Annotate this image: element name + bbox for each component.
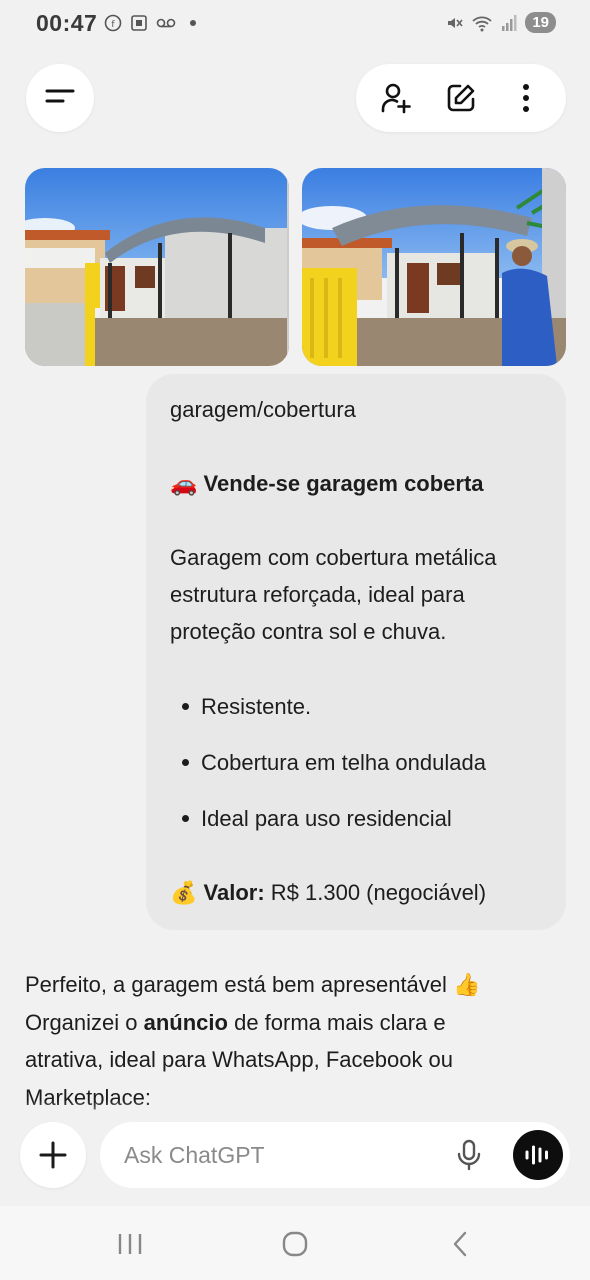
more-vert-icon: [522, 84, 529, 112]
price-label: Valor:: [203, 880, 265, 905]
screenshot-icon: [131, 15, 147, 31]
menu-icon: [45, 89, 75, 103]
new-chat-button[interactable]: [435, 72, 487, 124]
attach-button[interactable]: [20, 1122, 86, 1188]
bullet-icon: [182, 759, 189, 766]
message-headline: 🚗 Vende-se garagem coberta: [170, 465, 484, 502]
list-item: Resistente.: [182, 688, 311, 725]
list-item-text: Cobertura em telha ondulada: [201, 750, 486, 775]
assistant-text: de forma mais clara e: [227, 1009, 446, 1035]
assistant-text: Perfeito, a garagem está bem apresentáve…: [25, 972, 454, 997]
thumbs-up-emoji-icon: 👍: [453, 972, 481, 997]
headline-text: Vende-se garagem coberta: [203, 471, 484, 496]
price-line: 💰 Valor: R$ 1.300 (negociável): [170, 874, 486, 911]
recents-button[interactable]: [110, 1226, 150, 1262]
description-line-1: Garagem com cobertura metálica: [170, 545, 497, 570]
header-actions: [356, 64, 566, 132]
back-button[interactable]: [440, 1226, 480, 1262]
garage-photo-1: [25, 168, 289, 366]
garage-photo-2: [302, 168, 566, 366]
description-line-2: estrutura reforçada, ideal para: [170, 582, 465, 607]
dot-icon: [190, 20, 196, 26]
system-navigation-bar: [0, 1206, 590, 1280]
plus-icon: [39, 1141, 67, 1169]
menu-button[interactable]: [26, 64, 94, 132]
assistant-message: Perfeito, a garagem está bem apresentáve…: [25, 966, 565, 1116]
mute-icon: [448, 17, 463, 28]
status-notification-icons: f: [104, 14, 196, 32]
assistant-text: Organizei o: [25, 1009, 144, 1035]
home-button[interactable]: [275, 1226, 315, 1262]
signal-icon: [502, 14, 517, 31]
message-title: garagem/cobertura: [170, 397, 356, 422]
recents-icon: [118, 1234, 142, 1254]
chat-input[interactable]: Ask ChatGPT: [100, 1122, 570, 1188]
bullet-icon: [182, 815, 189, 822]
add-person-button[interactable]: [370, 72, 422, 124]
voice-icon: [525, 1145, 548, 1165]
status-system-icons: 19: [445, 12, 556, 33]
voicemail-icon: [156, 18, 176, 28]
list-item-text: Resistente.: [201, 694, 312, 719]
assistant-line-2: Organizei o anúncio de forma mais clara …: [25, 1004, 565, 1042]
voice-mode-button[interactable]: [513, 1130, 563, 1180]
assistant-line-1: Perfeito, a garagem está bem apresentáve…: [25, 966, 565, 1004]
mic-icon: [457, 1139, 481, 1171]
status-time: 00:47: [36, 10, 98, 36]
back-icon: [453, 1231, 467, 1257]
assistant-line-3: atrativa, ideal para WhatsApp, Facebook …: [25, 1047, 454, 1072]
attached-image-1[interactable]: [25, 168, 289, 366]
chat-input-placeholder: Ask ChatGPT: [124, 1141, 265, 1168]
user-message-bubble: garagem/cobertura 🚗 Vende-se garagem cob…: [146, 374, 566, 930]
svg-text:f: f: [111, 20, 115, 30]
battery-indicator: 19: [525, 12, 556, 33]
attached-image-2[interactable]: [302, 168, 566, 366]
bullet-icon: [182, 703, 189, 710]
car-emoji-icon: 🚗: [170, 471, 198, 496]
status-bar: 00:47 f 19: [0, 0, 590, 50]
edit-icon: [447, 84, 475, 112]
wifi-icon: [472, 16, 492, 31]
money-bag-emoji-icon: 💰: [170, 880, 198, 905]
assistant-bold-text: anúncio: [143, 1009, 228, 1035]
description-line-3: proteção contra sol e chuva.: [170, 619, 447, 644]
list-item: Cobertura em telha ondulada: [182, 744, 486, 781]
dictate-button[interactable]: [450, 1136, 488, 1174]
price-value: R$ 1.300 (negociável): [264, 880, 487, 905]
list-item-text: Ideal para uso residencial: [201, 806, 452, 831]
home-icon: [282, 1231, 308, 1257]
add-person-icon: [382, 83, 412, 114]
notification-icon: f: [104, 14, 122, 32]
list-item: Ideal para uso residencial: [182, 800, 452, 837]
more-options-button[interactable]: [500, 72, 552, 124]
